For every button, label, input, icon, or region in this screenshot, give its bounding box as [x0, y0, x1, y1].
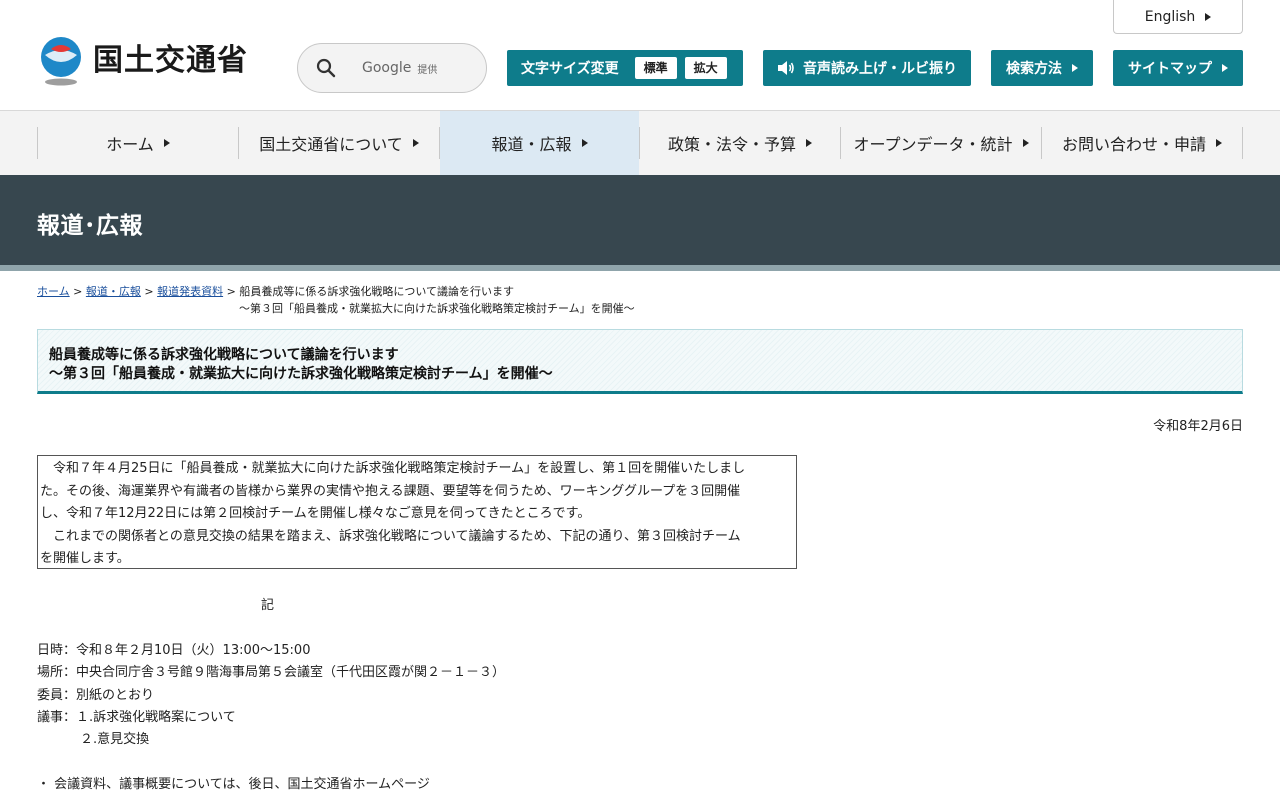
font-size-control: 文字サイズ変更 標準 拡大: [507, 50, 743, 86]
breadcrumb-separator: >: [144, 285, 154, 298]
section-title: 報道･広報: [37, 213, 143, 239]
speaker-icon: [778, 61, 794, 75]
page-heading-box: 船員養成等に係る訴求強化戦略について議論を行います ～第３回「船員養成・就業拡大…: [37, 329, 1243, 394]
voice-ruby-label: 音声読み上げ・ルビ振り: [803, 61, 957, 77]
global-nav: ホーム 国土交通省について 報道・広報 政策・法令・予算 オープンデータ・統計 …: [0, 111, 1280, 175]
english-link[interactable]: English: [1113, 0, 1243, 34]
intro-line: を開催します。: [40, 551, 130, 566]
search-provided-label: 提供: [417, 64, 438, 76]
nav-item-home[interactable]: ホーム: [38, 111, 238, 175]
mlit-logo-icon: [41, 37, 81, 86]
intro-line: た。その後、海運業界や有識者の皆様から業界の実情や抱える課題、要望等を伺うため、…: [40, 483, 741, 499]
breadcrumb: ホーム > 報道・広報 > 報道発表資料 > 船員養成等に係る訴求強化戦略につい…: [37, 283, 514, 300]
breadcrumb-separator: >: [73, 285, 83, 298]
intro-box: 令和７年４月25日に「船員養成・就業拡大に向けた訴求強化戦略策定検討チーム」を設…: [37, 455, 797, 569]
sitemap-button[interactable]: サイトマップ: [1113, 50, 1243, 86]
breadcrumb-separator: >: [226, 285, 236, 298]
site-title: 国土交通省: [93, 43, 248, 78]
search-google-label: Google: [362, 60, 412, 76]
font-size-standard-button[interactable]: 標準: [634, 57, 677, 79]
nav-item-label: お問い合わせ・申請: [1061, 135, 1206, 154]
page-heading-line2: ～第３回「船員養成・就業拡大に向けた訴求強化戦略策定検討チーム」を開催～: [49, 366, 553, 382]
google-search-box[interactable]: Google 提供: [297, 43, 487, 93]
meeting-place: 場所：中央合同庁舎３号館９階海事局第５会議室（千代田区霞が関２－１－３）: [37, 665, 506, 680]
arrow-right-icon: [581, 139, 588, 147]
font-size-large-button[interactable]: 拡大: [684, 57, 727, 79]
breadcrumb-current: 船員養成等に係る訴求強化戦略について議論を行います: [239, 285, 514, 298]
search-icon: [316, 58, 336, 78]
breadcrumb-home-link[interactable]: ホーム: [37, 285, 70, 298]
breadcrumb-releases-link[interactable]: 報道発表資料: [157, 285, 223, 298]
meeting-agenda-1: 議事：１.訴求強化戦略案について: [37, 710, 236, 725]
arrow-right-icon: [806, 139, 812, 147]
breadcrumb-press-link[interactable]: 報道・広報: [86, 285, 141, 298]
meeting-members: 委員：別紙のとおり: [37, 688, 155, 703]
publish-date: 令和8年2月6日: [1153, 419, 1243, 434]
meeting-datetime: 日時：令和８年２月10日（火）13:00～15:00: [37, 643, 311, 658]
page-heading-line1: 船員養成等に係る訴求強化戦略について議論を行います: [49, 347, 399, 363]
nav-item-about[interactable]: 国土交通省について: [239, 111, 439, 175]
arrow-right-icon: [1222, 64, 1228, 72]
nav-item-policy[interactable]: 政策・法令・予算: [640, 111, 840, 175]
arrow-right-icon: [1072, 64, 1078, 72]
materials-note: ・ 会議資料、議事概要については、後日、国土交通省ホームページ: [37, 777, 430, 792]
nav-item-label: 政策・法令・予算: [667, 135, 796, 154]
section-band: [0, 175, 1280, 265]
intro-line: これまでの関係者との意見交換の結果を踏まえ、訴求強化戦略について議論するため、下…: [40, 528, 741, 544]
font-size-label: 文字サイズ変更: [521, 61, 619, 77]
nav-item-contact[interactable]: お問い合わせ・申請: [1042, 111, 1242, 175]
arrow-right-icon: [1205, 12, 1212, 21]
nav-item-label: オープンデータ・統計: [853, 135, 1013, 154]
arrow-right-icon: [1022, 139, 1029, 147]
section-band-underline: [0, 265, 1280, 271]
site-logo[interactable]: 国土交通省: [37, 33, 267, 89]
sitemap-label: サイトマップ: [1128, 61, 1212, 77]
intro-line: 令和７年４月25日に「船員養成・就業拡大に向けた訴求強化戦略策定検討チーム」を設…: [40, 461, 746, 476]
breadcrumb-current-subtitle: ～第３回「船員養成・就業拡大に向けた訴求強化戦略策定検討チーム」を開催～: [239, 302, 635, 315]
nav-item-label: 報道・広報: [491, 135, 572, 154]
arrow-right-icon: [412, 139, 419, 147]
search-method-button[interactable]: 検索方法: [991, 50, 1093, 86]
arrow-right-icon: [163, 139, 170, 147]
meeting-agenda-2: ２.意見交換: [80, 732, 150, 747]
site-header: 国土交通省 Google 提供 English 文字サイズ変更 標準 拡大 音声…: [0, 0, 1280, 111]
nav-item-label: ホーム: [106, 135, 154, 154]
arrow-right-icon: [1216, 139, 1222, 147]
intro-line: し、令和７年12月22日には第２回検討チームを開催し様々なご意見を伺ってきたとこ…: [40, 506, 591, 521]
nav-item-opendata[interactable]: オープンデータ・統計: [841, 111, 1041, 175]
nav-item-label: 国土交通省について: [259, 135, 403, 154]
voice-ruby-button[interactable]: 音声読み上げ・ルビ振り: [763, 50, 971, 86]
ki-marker: 記: [261, 598, 275, 613]
nav-divider: [1242, 127, 1243, 159]
nav-item-press[interactable]: 報道・広報: [440, 111, 639, 175]
search-method-label: 検索方法: [1006, 61, 1062, 77]
english-label: English: [1144, 8, 1196, 25]
